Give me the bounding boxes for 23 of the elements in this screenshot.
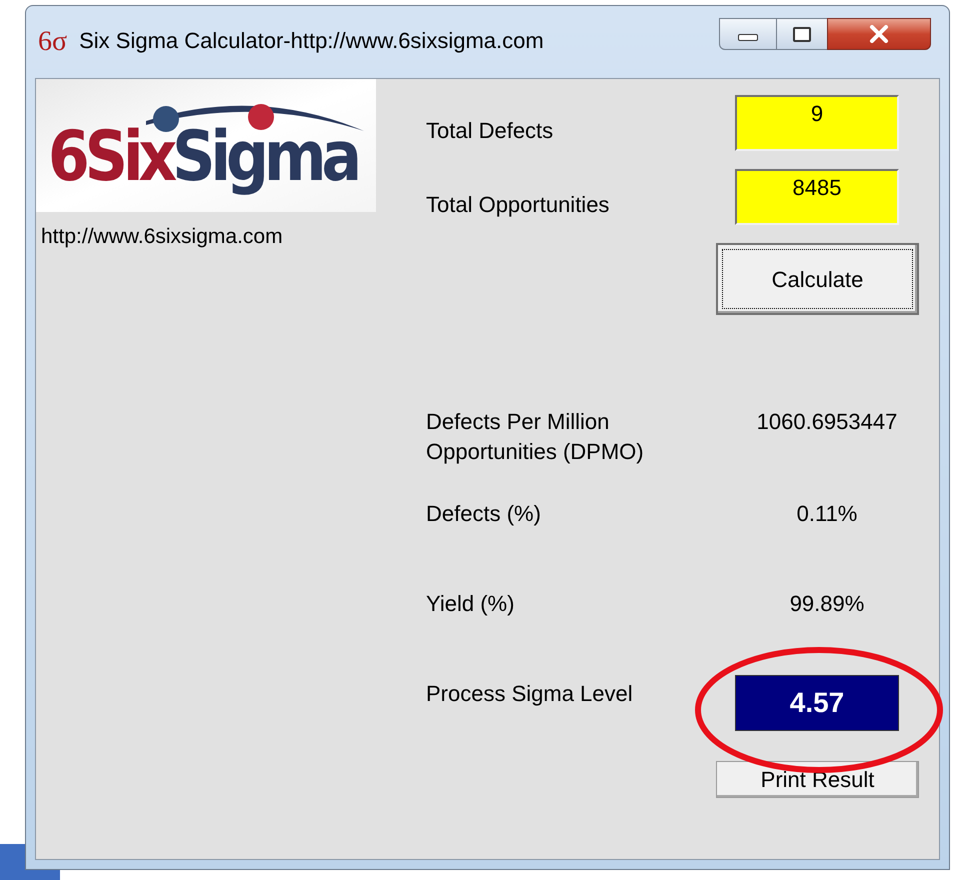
field-label: Total Opportunities	[426, 194, 610, 216]
result-value: 99.89%	[788, 590, 866, 618]
app-icon: 6σ	[38, 28, 68, 56]
sigma-value: 4.57	[735, 675, 899, 731]
close-icon	[869, 25, 889, 43]
window-title: Six Sigma Calculator-http://www.6sixsigma.com	[79, 30, 544, 52]
result-label: Yield (%)	[426, 590, 516, 618]
calculate-button[interactable]: Calculate	[716, 243, 919, 315]
minimize-button[interactable]	[719, 18, 777, 50]
input-field[interactable]: 9	[735, 95, 899, 151]
result-label: Defects Per Million Opportunities (DPMO)	[426, 408, 645, 466]
minimize-icon	[738, 34, 758, 40]
print-button[interactable]: Print Result	[716, 761, 919, 798]
close-button[interactable]	[827, 18, 931, 50]
maximize-button[interactable]	[777, 18, 827, 50]
result-label: Process Sigma Level	[426, 680, 634, 708]
result-value: 0.11%	[796, 500, 858, 528]
result-value: 1060.6953447	[756, 408, 898, 436]
input-field[interactable]: 8485	[735, 169, 899, 225]
result-label: Defects (%)	[426, 500, 542, 528]
field-label: Total Defects	[426, 120, 554, 142]
maximize-icon	[793, 26, 811, 42]
website-url: http://www.6sixsigma.com	[41, 226, 284, 247]
